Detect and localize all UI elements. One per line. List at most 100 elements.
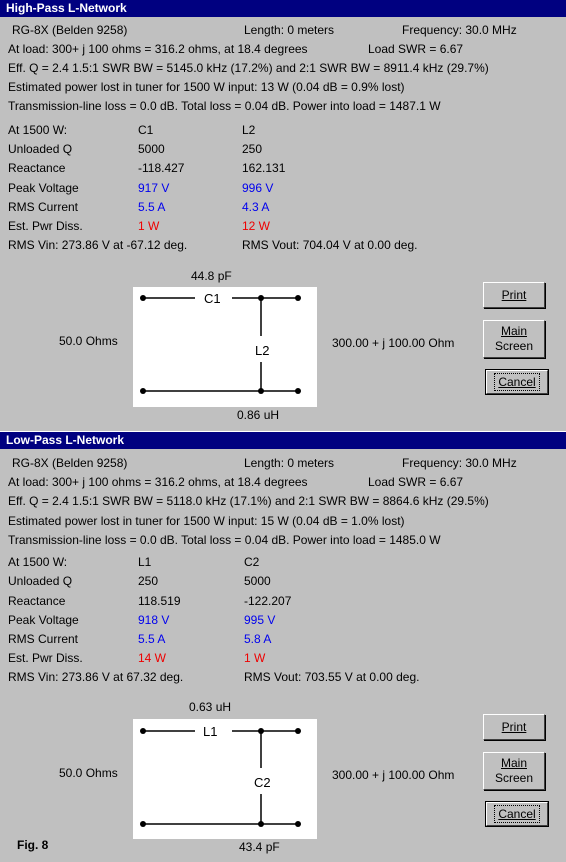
screen-button-label: Screen: [494, 339, 534, 353]
load-swr: Load SWR = 6.67: [368, 42, 464, 56]
cable-type: RG-8X (Belden 9258): [12, 456, 128, 470]
row-value-c2: 5000: [244, 574, 271, 588]
series-component-value: 44.8 pF: [191, 269, 232, 283]
network-schematic: L1 C2: [133, 719, 317, 839]
row-value-l2: 996 V: [242, 181, 274, 195]
rms-vin: RMS Vin: 273.86 V at -67.12 deg.: [8, 238, 188, 252]
row-value-l2: 4.3 A: [242, 200, 270, 214]
print-button-label: Print: [501, 288, 527, 302]
cancel-button-label: Cancel: [498, 375, 536, 389]
series-component-label: L1: [203, 724, 218, 739]
row-value-c2: 5.8 A: [244, 632, 272, 646]
screen-button-label: Screen: [494, 771, 534, 785]
main-screen-button[interactable]: Main Screen: [483, 752, 545, 790]
cancel-button[interactable]: Cancel: [485, 801, 549, 827]
row-label: Est. Pwr Diss.: [8, 219, 83, 233]
low-pass-panel: Low-Pass L-Network RG-8X (Belden 9258) L…: [0, 432, 566, 862]
low-pass-title-bar: Low-Pass L-Network: [0, 432, 566, 449]
line-length: Length: 0 meters: [244, 23, 335, 37]
row-label: RMS Current: [8, 200, 79, 214]
row-label: Unloaded Q: [8, 142, 73, 156]
line-length: Length: 0 meters: [244, 456, 335, 470]
row-value-c2: -122.207: [244, 594, 292, 608]
row-label: Peak Voltage: [8, 181, 79, 195]
row-value-c1: 5000: [138, 142, 165, 156]
source-impedance: 50.0 Ohms: [59, 334, 118, 348]
rms-vin: RMS Vin: 273.86 V at 67.32 deg.: [8, 670, 184, 684]
input-ground-terminal: [140, 388, 146, 394]
power-lost: Estimated power lost in tuner for 1500 W…: [8, 514, 405, 528]
print-button[interactable]: Print: [483, 714, 545, 740]
row-value-c2: 995 V: [244, 613, 276, 627]
row-value-l1: 918 V: [138, 613, 170, 627]
load-impedance-label: 300.00 + j 100.00 Ohm: [332, 336, 455, 350]
output-terminal: [295, 728, 301, 734]
junction-node: [258, 295, 264, 301]
input-terminal: [140, 728, 146, 734]
row-value-l1: 118.519: [138, 594, 181, 608]
cancel-button-label: Cancel: [498, 807, 536, 821]
row-value-c1: 5.5 A: [138, 200, 166, 214]
rms-vout: RMS Vout: 703.55 V at 0.00 deg.: [244, 670, 420, 684]
schematic-svg: [140, 728, 301, 827]
row-label: Peak Voltage: [8, 613, 79, 627]
series-component-label: C1: [204, 291, 221, 306]
main-screen-button[interactable]: Main Screen: [483, 320, 545, 358]
row-value-c1: -118.427: [138, 161, 185, 175]
shunt-component-value: 0.86 uH: [237, 408, 280, 422]
row-label: RMS Current: [8, 632, 79, 646]
series-component-value: 0.63 uH: [189, 700, 232, 714]
eff-q-bandwidth: Eff. Q = 2.4 1.5:1 SWR BW = 5118.0 kHz (…: [8, 494, 489, 508]
table-header-l1: L1: [138, 555, 152, 569]
row-label: Reactance: [8, 161, 66, 175]
cable-type: RG-8X (Belden 9258): [12, 23, 128, 37]
row-value-l2: 162.131: [242, 161, 286, 175]
row-value-l1: 14 W: [138, 651, 167, 665]
cancel-button[interactable]: Cancel: [485, 369, 549, 395]
rms-vout: RMS Vout: 704.04 V at 0.00 deg.: [242, 238, 418, 252]
load-impedance: At load: 300+ j 100 ohms = 316.2 ohms, a…: [8, 42, 308, 56]
frequency: Frequency: 30.0 MHz: [402, 456, 517, 470]
shunt-component-label: C2: [254, 775, 271, 790]
row-value-l2: 250: [242, 142, 263, 156]
schematic-svg: [140, 295, 301, 394]
junction-node: [258, 728, 264, 734]
output-terminal: [295, 295, 301, 301]
figure-label: Fig. 8: [17, 838, 49, 852]
row-value-c1: 1 W: [138, 219, 160, 233]
transmission-line-loss: Transmission-line loss = 0.0 dB. Total l…: [8, 533, 441, 547]
network-schematic: C1 L2: [133, 287, 317, 407]
shunt-component-value: 43.4 pF: [239, 840, 280, 854]
row-value-l1: 5.5 A: [138, 632, 166, 646]
output-ground-terminal: [295, 821, 301, 827]
row-value-l2: 12 W: [242, 219, 271, 233]
print-button-label: Print: [501, 720, 527, 734]
shunt-component-label: L2: [255, 343, 270, 358]
load-impedance-label: 300.00 + j 100.00 Ohm: [332, 768, 455, 782]
power-lost: Estimated power lost in tuner for 1500 W…: [8, 80, 405, 94]
output-ground-terminal: [295, 388, 301, 394]
row-label: Est. Pwr Diss.: [8, 651, 83, 665]
input-terminal: [140, 295, 146, 301]
frequency: Frequency: 30.0 MHz: [402, 23, 517, 37]
table-header-c1: C1: [138, 123, 154, 137]
load-impedance: At load: 300+ j 100 ohms = 316.2 ohms, a…: [8, 475, 308, 489]
ground-junction-node: [258, 821, 264, 827]
row-value-c2: 1 W: [244, 651, 266, 665]
main-button-label: Main: [500, 756, 527, 770]
row-value-l1: 250: [138, 574, 159, 588]
source-impedance: 50.0 Ohms: [59, 766, 118, 780]
transmission-line-loss: Transmission-line loss = 0.0 dB. Total l…: [8, 99, 441, 113]
load-swr: Load SWR = 6.67: [368, 475, 464, 489]
high-pass-title-bar: High-Pass L-Network: [0, 0, 566, 17]
eff-q-bandwidth: Eff. Q = 2.4 1.5:1 SWR BW = 5145.0 kHz (…: [8, 61, 489, 75]
table-header-power: At 1500 W:: [8, 555, 68, 569]
row-label: Unloaded Q: [8, 574, 73, 588]
table-header-c2: C2: [244, 555, 260, 569]
high-pass-panel: High-Pass L-Network RG-8X (Belden 9258) …: [0, 0, 566, 432]
table-header-l2: L2: [242, 123, 256, 137]
ground-junction-node: [258, 388, 264, 394]
print-button[interactable]: Print: [483, 282, 545, 308]
row-value-c1: 917 V: [138, 181, 170, 195]
row-label: Reactance: [8, 594, 66, 608]
